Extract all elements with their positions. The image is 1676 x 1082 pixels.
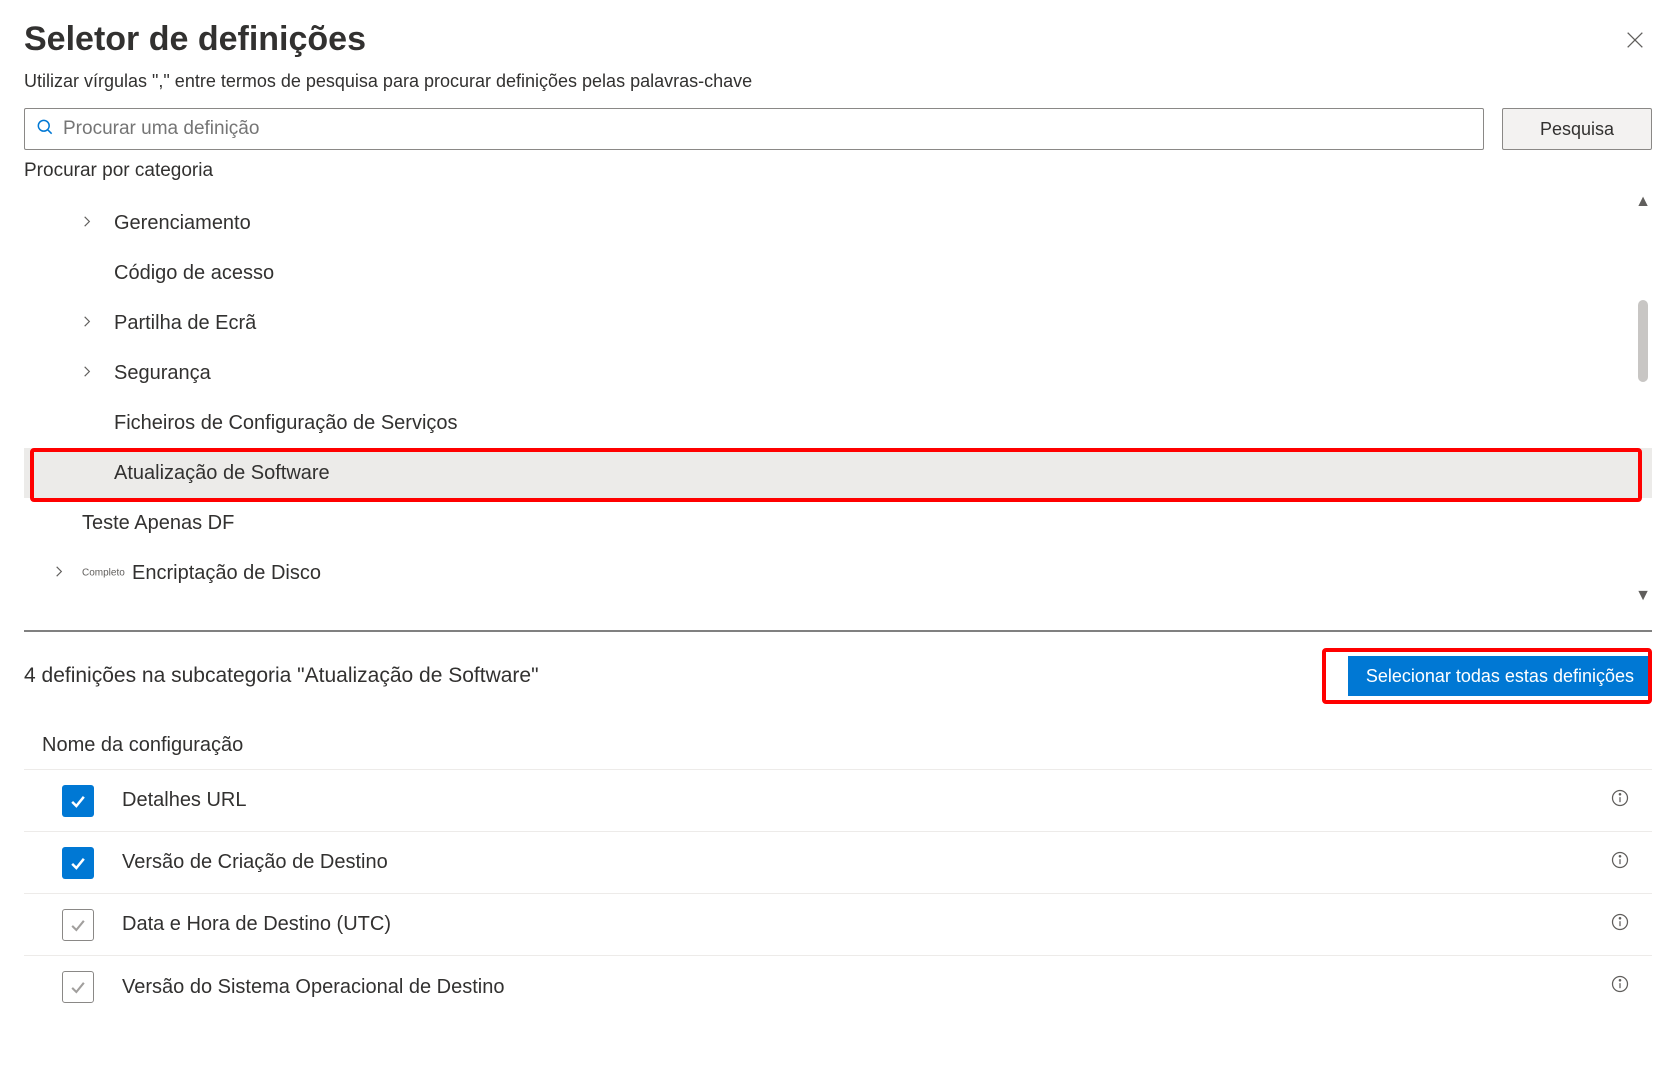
category-item[interactable]: Completo Encriptação de Disco <box>24 548 1652 598</box>
scroll-thumb[interactable] <box>1638 300 1648 382</box>
checkbox-unchecked[interactable] <box>62 909 94 941</box>
category-label: Atualização de Software <box>114 462 330 485</box>
chevron-right-icon <box>80 362 94 385</box>
setting-row[interactable]: Data e Hora de Destino (UTC) <box>24 894 1652 956</box>
search-button[interactable]: Pesquisa <box>1502 108 1652 150</box>
info-icon[interactable] <box>1610 912 1630 938</box>
category-item[interactable]: Teste Apenas DF <box>24 498 1652 548</box>
search-input-container[interactable] <box>24 108 1484 150</box>
column-header: Nome da configuração <box>24 724 1652 770</box>
setting-row[interactable]: Detalhes URL <box>24 770 1652 832</box>
category-item[interactable]: Código de acesso <box>24 248 1652 298</box>
divider <box>24 630 1652 632</box>
setting-row[interactable]: Versão do Sistema Operacional de Destino <box>24 956 1652 1018</box>
category-label: Partilha de Ecrã <box>114 312 256 335</box>
search-hint: Utilizar vírgulas "," entre termos de pe… <box>24 71 1652 92</box>
category-label: Teste Apenas DF <box>82 512 234 535</box>
category-item[interactable]: Gerenciamento <box>24 198 1652 248</box>
chevron-right-icon <box>80 312 94 335</box>
browse-label: Procurar por categoria <box>24 160 1652 182</box>
category-item[interactable]: Ficheiros de Configuração de Serviços <box>24 398 1652 448</box>
setting-name: Versão de Criação de Destino <box>122 851 388 874</box>
setting-row[interactable]: Versão de Criação de Destino <box>24 832 1652 894</box>
category-label: Código de acesso <box>114 262 274 285</box>
checkbox-checked[interactable] <box>62 785 94 817</box>
scroll-up-icon[interactable]: ▲ <box>1634 194 1652 210</box>
info-icon[interactable] <box>1610 974 1630 1000</box>
category-item[interactable]: Segurança <box>24 348 1652 398</box>
category-item[interactable]: Partilha de Ecrã <box>24 298 1652 348</box>
scroll-down-icon[interactable]: ▼ <box>1634 588 1652 604</box>
category-label: Encriptação de Disco <box>132 562 321 585</box>
info-icon[interactable] <box>1610 788 1630 814</box>
checkbox-unchecked[interactable] <box>62 971 94 1003</box>
category-tree: Gerenciamento Código de acesso Partilha … <box>24 188 1652 616</box>
category-label: Segurança <box>114 362 211 385</box>
category-item-selected[interactable]: Atualização de Software <box>24 448 1652 498</box>
chevron-right-icon <box>52 562 66 585</box>
setting-name: Data e Hora de Destino (UTC) <box>122 913 391 936</box>
page-title: Seletor de definições <box>24 20 366 59</box>
info-icon[interactable] <box>1610 850 1630 876</box>
chevron-right-icon <box>80 212 94 235</box>
search-icon <box>35 117 55 142</box>
category-badge: Completo <box>82 568 125 579</box>
scrollbar[interactable]: ▲ ▼ <box>1634 194 1652 604</box>
search-input[interactable] <box>63 118 1473 140</box>
category-label: Ficheiros de Configuração de Serviços <box>114 412 458 435</box>
close-icon[interactable] <box>1624 26 1646 58</box>
subcategory-count: 4 definições na subcategoria "Atualizaçã… <box>24 664 539 688</box>
setting-name: Versão do Sistema Operacional de Destino <box>122 976 504 999</box>
select-all-button[interactable]: Selecionar todas estas definições <box>1348 656 1652 696</box>
checkbox-checked[interactable] <box>62 847 94 879</box>
category-label: Gerenciamento <box>114 212 251 235</box>
setting-name: Detalhes URL <box>122 789 247 812</box>
